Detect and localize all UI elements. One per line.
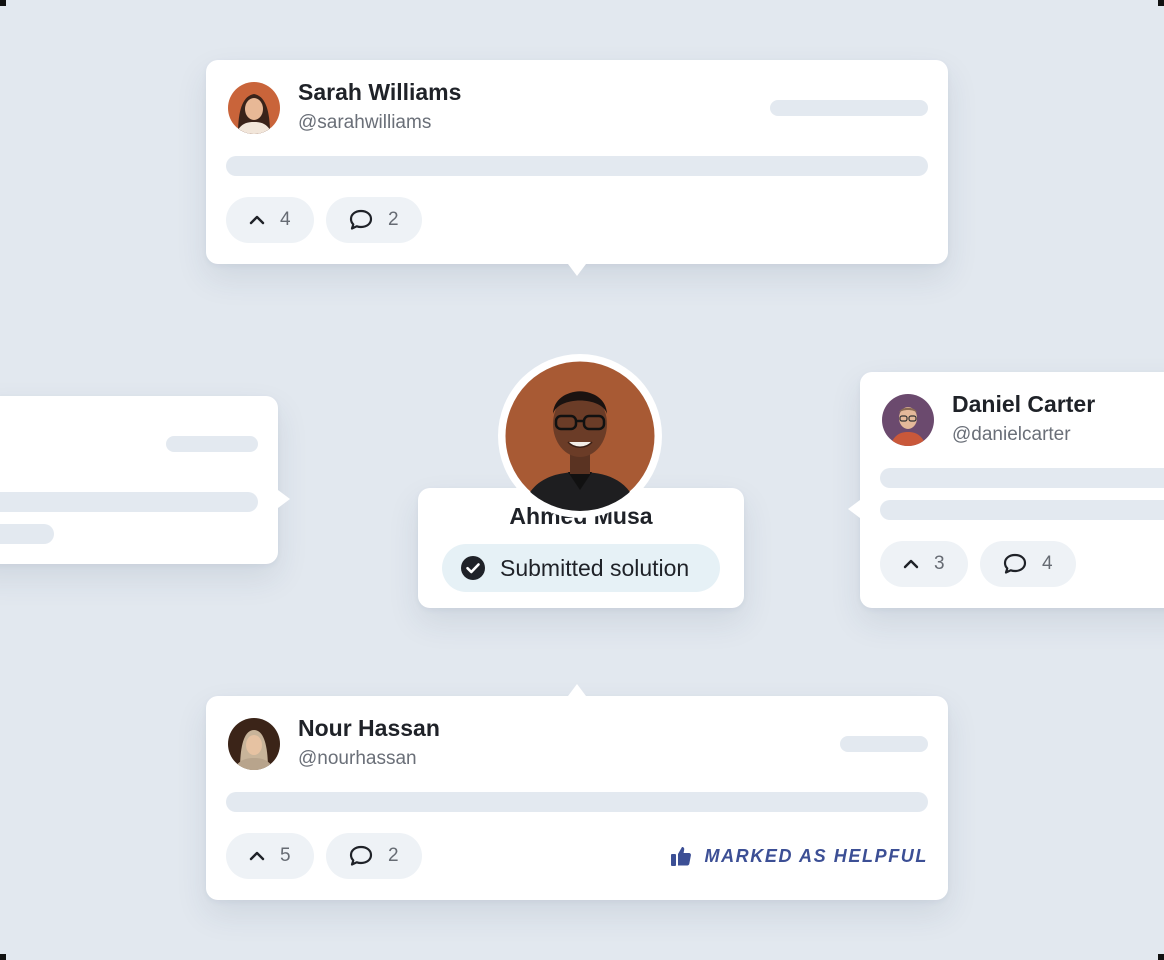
skeleton-timestamp <box>770 100 928 116</box>
thumbs-up-icon <box>671 847 692 866</box>
skeleton-body-line <box>226 792 928 812</box>
status-label: Submitted solution <box>500 554 690 581</box>
card-pointer <box>848 500 860 518</box>
comment-count: 2 <box>388 209 399 230</box>
helpful-badge: MARKED AS HELPFUL <box>670 845 928 867</box>
author-name[interactable]: Daniel Carter <box>952 391 1095 418</box>
check-circle-icon <box>461 556 485 580</box>
comment-icon <box>1003 553 1027 574</box>
upvote-count: 4 <box>280 209 291 230</box>
upvote-count: 3 <box>934 553 945 574</box>
helpful-label: MARKED AS HELPFUL <box>704 845 928 866</box>
chevron-up-icon <box>903 559 919 569</box>
status-badge: Submitted solution <box>442 544 720 592</box>
upvote-button[interactable]: 4 <box>226 197 314 243</box>
skeleton-body-line <box>226 156 928 176</box>
comment-button[interactable]: 4 <box>980 541 1076 587</box>
post-card-sarah: Sarah Williams @sarahwilliams 4 2 <box>206 60 948 276</box>
card-pointer <box>568 684 586 696</box>
avatar[interactable] <box>882 394 934 446</box>
card-pointer <box>568 264 586 276</box>
skeleton-body-line <box>0 524 54 544</box>
author-handle[interactable]: @danielcarter <box>952 424 1071 446</box>
post-card-nour: Nour Hassan @nourhassan 5 2 MARKED AS HE… <box>206 684 948 900</box>
corner-mark-top-left <box>0 0 6 6</box>
post-card-left-partial <box>0 396 290 564</box>
avatar[interactable] <box>228 718 280 770</box>
author-handle[interactable]: @sarahwilliams <box>298 112 431 134</box>
comment-icon <box>349 845 373 866</box>
corner-mark-top-right <box>1158 0 1164 6</box>
upvote-button[interactable]: 5 <box>226 833 314 879</box>
comment-count: 2 <box>388 845 399 866</box>
corner-mark-bottom-left <box>0 954 6 960</box>
comment-count: 4 <box>1042 553 1053 574</box>
avatar[interactable] <box>228 82 280 134</box>
card-pointer <box>278 490 290 508</box>
comment-button[interactable]: 2 <box>326 833 422 879</box>
skeleton-timestamp <box>840 736 928 752</box>
author-name[interactable]: Nour Hassan <box>298 715 440 742</box>
skeleton-body-line <box>880 468 1164 488</box>
upvote-button[interactable]: 3 <box>880 541 968 587</box>
chevron-up-icon <box>249 851 265 861</box>
comment-icon <box>349 209 373 230</box>
chevron-up-icon <box>249 215 265 225</box>
corner-mark-bottom-right <box>1158 954 1164 960</box>
skeleton-body-line <box>880 500 1164 520</box>
comment-button[interactable]: 2 <box>326 197 422 243</box>
author-handle[interactable]: @nourhassan <box>298 748 417 770</box>
author-name[interactable]: Sarah Williams <box>298 79 461 106</box>
center-user-avatar[interactable] <box>498 354 662 518</box>
upvote-count: 5 <box>280 845 291 866</box>
skeleton-timestamp <box>166 436 258 452</box>
post-card-daniel: Daniel Carter @danielcarter 3 4 <box>848 372 1164 608</box>
skeleton-body-line <box>0 492 258 512</box>
